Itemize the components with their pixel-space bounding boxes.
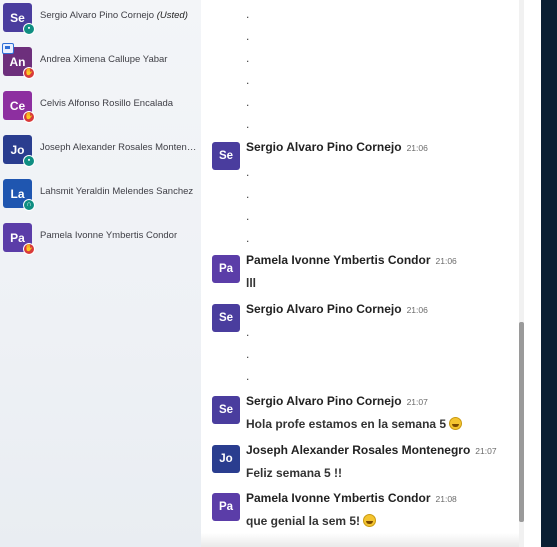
participants-panel: Se ▪ Sergio Alvaro Pino Cornejo (Usted) …: [0, 0, 201, 547]
mic-icon: ▪: [23, 155, 35, 167]
message-line: .: [246, 117, 250, 131]
sender-name: Sergio Alvaro Pino Cornejo: [246, 302, 402, 316]
avatar: Se: [212, 142, 240, 170]
participant-name: Andrea Ximena Callupe Yabar: [40, 54, 168, 65]
participant-item[interactable]: Se ▪ Sergio Alvaro Pino Cornejo (Usted): [0, 1, 201, 37]
message-line: .: [246, 231, 250, 245]
headphones-icon: ∩: [23, 199, 35, 211]
message-text: lll: [246, 276, 257, 290]
message-line: .: [246, 29, 250, 43]
sender-name: Joseph Alexander Rosales Montenegro: [246, 443, 471, 457]
hand-icon: ✋: [23, 243, 35, 255]
participant-item[interactable]: An ✋ Andrea Ximena Callupe Yabar: [0, 45, 201, 81]
message-time: 21:06: [406, 305, 428, 315]
avatar: Se: [212, 304, 240, 332]
message-line: .: [246, 325, 250, 339]
participant-item[interactable]: Ce ✋ Celvis Alfonso Rosillo Encalada: [0, 89, 201, 125]
you-label: (Usted): [156, 10, 188, 21]
participant-item[interactable]: Jo ▪ Joseph Alexander Rosales Montene…: [0, 133, 201, 169]
hand-icon: ✋: [23, 111, 35, 123]
message-time: 21:06: [435, 256, 457, 266]
avatar: Pa: [212, 255, 240, 283]
participant-item[interactable]: Pa ✋ Pamela Ivonne Ymbertis Condor: [0, 221, 201, 257]
grin-emoji-icon: [449, 417, 463, 430]
avatar: Jo: [212, 445, 240, 473]
message-line: .: [246, 187, 250, 201]
message-line: .: [246, 347, 250, 361]
message-line: .: [246, 73, 250, 87]
participant-name: Pamela Ivonne Ymbertis Condor: [40, 230, 178, 241]
participant-name: Lahsmit Yeraldin Melendes Sanchez: [40, 186, 194, 197]
message-time: 21:06: [406, 143, 428, 153]
hand-icon: ✋: [23, 67, 35, 79]
message-line: .: [246, 51, 250, 65]
avatar: Pa: [212, 493, 240, 521]
message-line: .: [246, 95, 250, 109]
message-line: .: [246, 7, 250, 21]
chat-panel: . . . . . . Se Sergio Alvaro Pino Cornej…: [201, 0, 524, 547]
mic-icon: ▪: [23, 23, 35, 35]
sender-name: Sergio Alvaro Pino Cornejo: [246, 394, 402, 408]
chat-input-shadow: [201, 533, 524, 547]
message-text: Hola profe estamos en la semana 5: [246, 417, 463, 431]
message-text: Feliz semana 5 !!: [246, 466, 343, 480]
message-time: 21:07: [475, 446, 497, 456]
sender-name: Pamela Ivonne Ymbertis Condor: [246, 253, 431, 267]
presenter-icon: [2, 43, 14, 54]
participant-item[interactable]: La ∩ Lahsmit Yeraldin Melendes Sanchez: [0, 177, 201, 213]
message-time: 21:07: [406, 397, 428, 407]
sender-name: Sergio Alvaro Pino Cornejo: [246, 140, 402, 154]
message-line: .: [246, 369, 250, 383]
participant-name: Sergio Alvaro Pino Cornejo (Usted): [40, 10, 188, 21]
grin-emoji-icon: [363, 514, 377, 527]
message-line: .: [246, 165, 250, 179]
participant-name: Celvis Alfonso Rosillo Encalada: [40, 98, 174, 109]
panel-gap: [524, 0, 541, 547]
sender-name: Pamela Ivonne Ymbertis Condor: [246, 491, 431, 505]
message-time: 21:08: [435, 494, 457, 504]
message-text: que genial la sem 5!: [246, 514, 377, 528]
avatar: Se: [212, 396, 240, 424]
participant-name: Joseph Alexander Rosales Montene…: [40, 142, 198, 153]
main-stage-edge: [541, 0, 557, 547]
message-line: .: [246, 209, 250, 223]
